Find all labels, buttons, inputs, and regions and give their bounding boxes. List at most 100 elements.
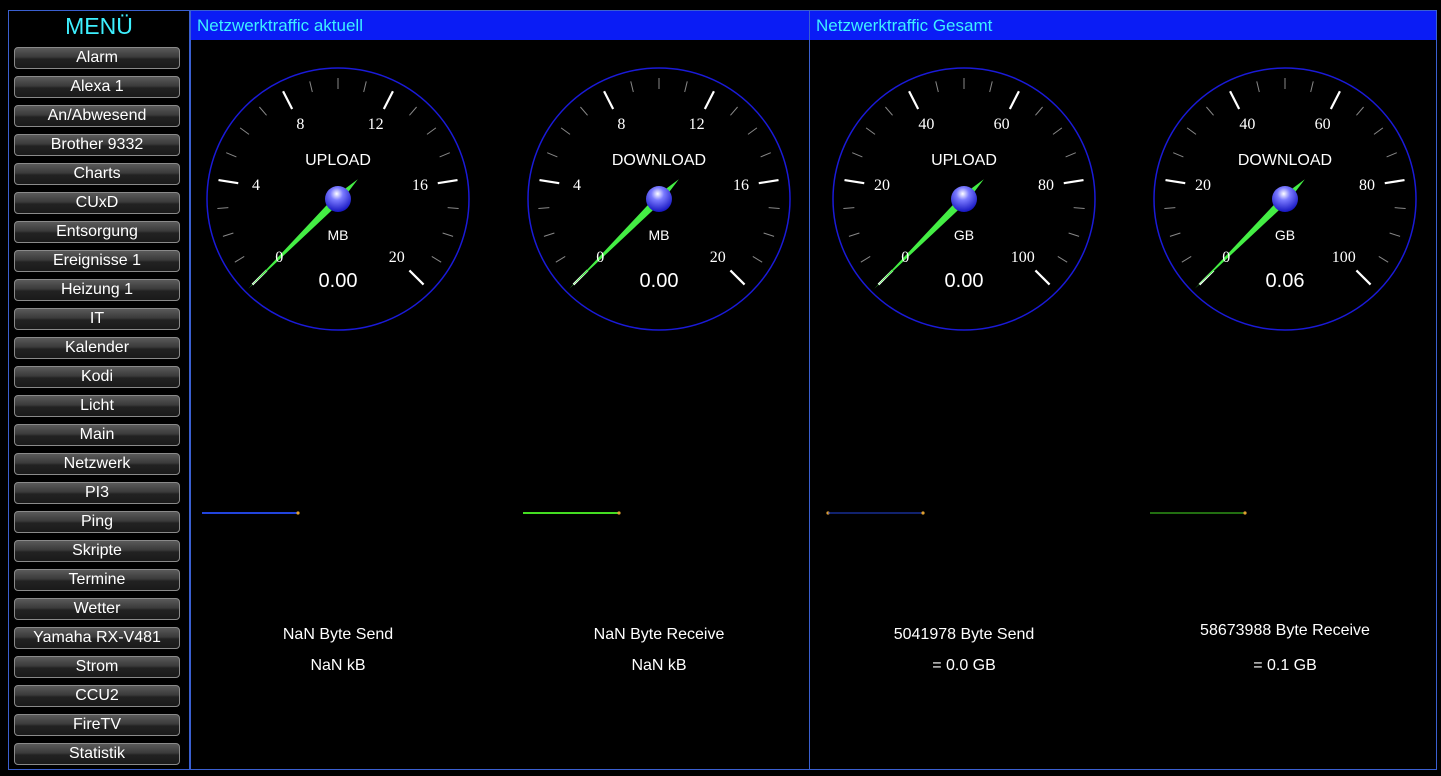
major-tick	[908, 90, 920, 110]
menu-item-termine[interactable]: Termine	[14, 569, 180, 591]
menu-item-heizung-1[interactable]: Heizung 1	[14, 279, 180, 301]
menu-item-kalender[interactable]: Kalender	[14, 337, 180, 359]
gauge-tick-label: 0	[275, 248, 284, 266]
minor-tick	[1373, 127, 1384, 135]
upload-sparkline-current	[202, 511, 300, 515]
gauge-tick-label: 20	[874, 177, 891, 195]
minor-tick	[1164, 207, 1176, 209]
major-tick	[1008, 90, 1020, 110]
minor-tick	[538, 207, 550, 209]
gauge-unit: MB	[327, 227, 349, 243]
download-gb-total: = 0.1 GB	[1253, 657, 1317, 674]
gauge-value: 0.00	[944, 270, 984, 292]
major-tick	[844, 178, 865, 185]
minor-tick	[1256, 81, 1260, 93]
gauge-unit: GB	[953, 227, 975, 243]
minor-tick	[1057, 256, 1068, 263]
minor-tick	[843, 207, 855, 209]
menu-item-ccu2[interactable]: CCU2	[14, 685, 180, 707]
minor-tick	[1181, 256, 1192, 263]
gauge-tick-label: 4	[573, 177, 582, 195]
minor-tick	[630, 81, 634, 93]
minor-tick	[885, 106, 893, 116]
menu-item-entsorgung[interactable]: Entsorgung	[14, 221, 180, 243]
sparkline-endpoint	[296, 511, 300, 515]
minor-tick	[555, 256, 566, 263]
gauge-download-total: DOWNLOAD GB 0.06 0 20 40 60 80 100	[1151, 65, 1419, 333]
major-tick	[1165, 178, 1186, 185]
menu-item-statistik[interactable]: Statistik	[14, 743, 180, 765]
upload-sparkline-total	[826, 511, 925, 515]
menu-item-alexa-1[interactable]: Alexa 1	[14, 76, 180, 98]
minor-tick	[752, 256, 763, 263]
major-tick	[1329, 90, 1341, 110]
gauge-label: UPLOAD	[305, 152, 371, 169]
menu-item-ereignisse-1[interactable]: Ereignisse 1	[14, 250, 180, 272]
menu-item-strom[interactable]: Strom	[14, 656, 180, 678]
gauge-tick-label: 4	[252, 177, 261, 195]
upload-kb-current: NaN kB	[310, 657, 366, 674]
menu-item-brother-9332[interactable]: Brother 9332	[14, 134, 180, 156]
gauge-tick-label: 16	[732, 177, 749, 195]
minor-tick	[865, 127, 876, 135]
minor-tick	[1052, 127, 1063, 135]
sparkline-endpoint	[921, 511, 925, 515]
upload-bytes-current: NaN Byte Send	[282, 626, 394, 643]
major-tick	[1063, 178, 1084, 185]
minor-tick	[560, 127, 571, 135]
minor-tick	[989, 81, 993, 93]
menu-item-charts[interactable]: Charts	[14, 163, 180, 185]
gauge-unit: GB	[1274, 227, 1296, 243]
menu-item-licht[interactable]: Licht	[14, 395, 180, 417]
gauge-label: DOWNLOAD	[1237, 152, 1333, 169]
menu-item-ping[interactable]: Ping	[14, 511, 180, 533]
gauge-tick-label: 60	[993, 116, 1010, 134]
sidebar-menu: MENÜ Alarm Alexa 1 An/Abwesend Brother 9332…	[8, 10, 190, 770]
download-sparkline-total	[1150, 511, 1247, 515]
gauge-tick-label: 40	[918, 116, 935, 134]
minor-tick	[217, 207, 229, 209]
minor-tick	[684, 81, 688, 93]
sparkline-endpoint	[617, 511, 621, 515]
gauge-tick-label: 12	[367, 116, 384, 134]
minor-tick	[768, 207, 780, 209]
menu-item-skripte[interactable]: Skripte	[14, 540, 180, 562]
menu-item-yamaha-rx-v481[interactable]: Yamaha RX-V481	[14, 627, 180, 649]
menu-item-cuxd[interactable]: CUxD	[14, 192, 180, 214]
menu-item-kodi[interactable]: Kodi	[14, 366, 180, 388]
gauge-tick-label: 20	[709, 248, 726, 266]
menu-item-it[interactable]: IT	[14, 308, 180, 330]
menu-item-firetv[interactable]: FireTV	[14, 714, 180, 736]
menu-item-wetter[interactable]: Wetter	[14, 598, 180, 620]
menu-item-an-abwesend[interactable]: An/Abwesend	[14, 105, 180, 127]
minor-tick	[1378, 256, 1389, 263]
gauge-download-current: DOWNLOAD MB 0.00 0 4 8 12 16 20	[525, 65, 793, 333]
major-tick	[382, 90, 394, 110]
minor-tick	[1186, 127, 1197, 135]
gauge-value: 0.06	[1265, 270, 1305, 292]
minor-tick	[580, 106, 588, 116]
major-tick	[1384, 178, 1405, 185]
menu-item-pi3[interactable]: PI3	[14, 482, 180, 504]
minor-tick	[447, 207, 459, 209]
gauge-tick-label: 0	[901, 248, 910, 266]
gauge-hub	[646, 186, 672, 212]
gauge-value: 0.00	[639, 270, 679, 292]
gauge-tick-label: 20	[388, 248, 405, 266]
major-tick	[703, 90, 715, 110]
minor-tick	[259, 106, 267, 116]
major-tick	[1229, 90, 1241, 110]
minor-tick	[363, 81, 367, 93]
gauge-tick-label: 40	[1239, 116, 1256, 134]
gauge-tick-label: 80	[1358, 177, 1375, 195]
menu-item-main[interactable]: Main	[14, 424, 180, 446]
minor-tick	[1073, 207, 1085, 209]
panel-title-total: Netzwerktraffic Gesamt	[810, 11, 1436, 40]
gauge-tick-label: 0	[596, 248, 605, 266]
menu-item-alarm[interactable]: Alarm	[14, 47, 180, 69]
download-kb-current: NaN kB	[631, 657, 687, 674]
download-bytes-current: NaN Byte Receive	[593, 626, 725, 643]
menu-title: MENÜ	[65, 13, 133, 39]
menu-item-netzwerk[interactable]: Netzwerk	[14, 453, 180, 475]
panel-title-current: Netzwerktraffic aktuell	[191, 11, 809, 40]
